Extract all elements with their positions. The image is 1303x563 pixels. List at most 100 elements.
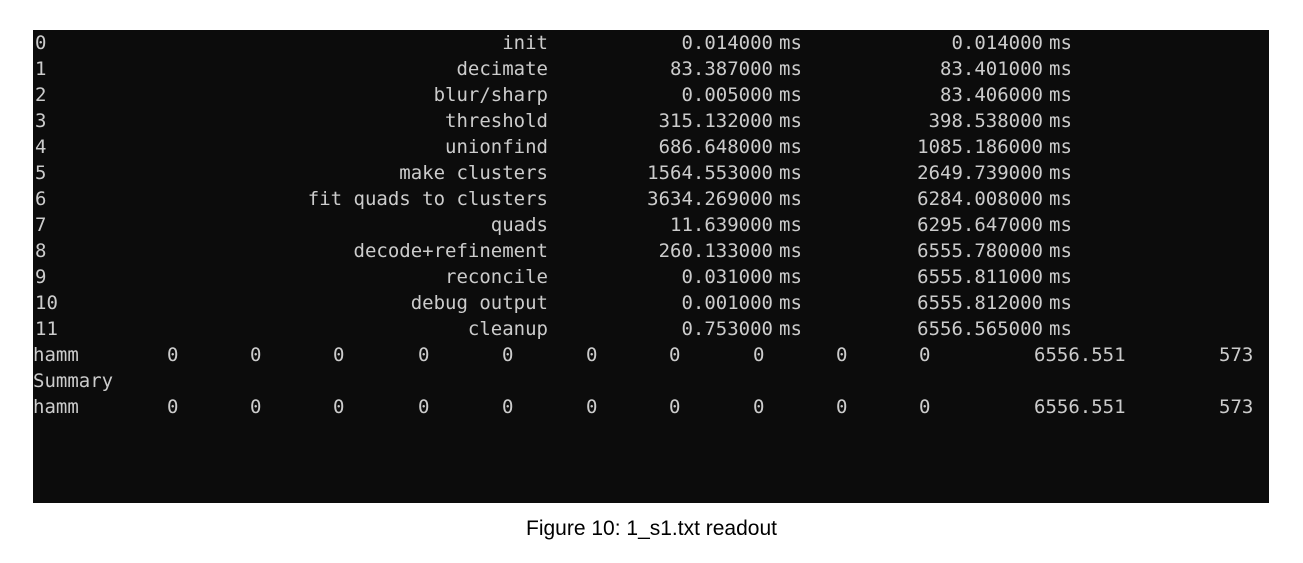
stage-cumulative-unit: ms bbox=[1049, 318, 1072, 340]
stage-row: 8 decode+refinement 260.133000 ms 6555.78000… bbox=[33, 238, 1269, 264]
stage-index: 5 bbox=[35, 162, 47, 184]
stage-row: 4 unionfind 686.648000 ms 1085.186000 ms bbox=[33, 134, 1269, 160]
stage-time: 0.031000 bbox=[681, 266, 773, 288]
hamm-value: 0 bbox=[502, 344, 514, 366]
stage-cumulative: 6284.008000 bbox=[917, 188, 1043, 210]
stage-cumulative: 1085.186000 bbox=[917, 136, 1043, 158]
hamm-row: hamm 0 0 0 0 0 0 0 0 0 0 6556.551 573 bbox=[33, 394, 1269, 420]
hamm-count: 573 bbox=[1219, 396, 1254, 418]
stage-cumulative: 398.538000 bbox=[928, 110, 1043, 132]
hamm-label: hamm bbox=[33, 344, 79, 366]
stage-cumulative-unit: ms bbox=[1049, 292, 1072, 314]
stage-row: 2 blur/sharp 0.005000 ms 83.406000 ms bbox=[33, 82, 1269, 108]
hamm-total: 6556.551 bbox=[1034, 344, 1126, 366]
terminal-output: 0 init 0.014000 ms 0.014000 ms 1 decimate 83.387… bbox=[33, 30, 1269, 503]
stage-time: 0.001000 bbox=[681, 292, 773, 314]
stage-row: 9 reconcile 0.031000 ms 6555.811000 ms bbox=[33, 264, 1269, 290]
hamm-value: 0 bbox=[836, 396, 848, 418]
stage-row: 3 threshold 315.132000 ms 398.538000 ms bbox=[33, 108, 1269, 134]
stage-time-unit: ms bbox=[779, 58, 802, 80]
stage-cumulative: 83.401000 bbox=[940, 58, 1043, 80]
hamm-value: 0 bbox=[919, 344, 931, 366]
hamm-total: 6556.551 bbox=[1034, 396, 1126, 418]
stage-row: 7 quads 11.639000 ms 6295.647000 ms bbox=[33, 212, 1269, 238]
stage-time-unit: ms bbox=[779, 318, 802, 340]
figure-caption: Figure 10: 1_s1.txt readout bbox=[526, 517, 777, 540]
stage-name: quads bbox=[490, 214, 548, 236]
stage-cumulative: 0.014000 bbox=[951, 32, 1043, 54]
summary-label: Summary bbox=[33, 370, 114, 392]
stage-row: 10 debug output 0.001000 ms 6555.812000 ms bbox=[33, 290, 1269, 316]
stage-cumulative: 83.406000 bbox=[940, 84, 1043, 106]
stage-cumulative: 6295.647000 bbox=[917, 214, 1043, 236]
stage-name: init bbox=[502, 32, 548, 54]
stage-time-unit: ms bbox=[779, 84, 802, 106]
stage-time: 0.014000 bbox=[681, 32, 773, 54]
stage-cumulative-unit: ms bbox=[1049, 240, 1072, 262]
hamm-value: 0 bbox=[250, 344, 262, 366]
hamm-value: 0 bbox=[586, 396, 598, 418]
hamm-value: 0 bbox=[919, 396, 931, 418]
stage-cumulative-unit: ms bbox=[1049, 214, 1072, 236]
hamm-value: 0 bbox=[836, 344, 848, 366]
stage-cumulative-unit: ms bbox=[1049, 58, 1072, 80]
stage-cumulative-unit: ms bbox=[1049, 136, 1072, 158]
hamm-value: 0 bbox=[753, 396, 765, 418]
hamm-value: 0 bbox=[167, 344, 179, 366]
stage-time-unit: ms bbox=[779, 214, 802, 236]
stage-cumulative: 2649.739000 bbox=[917, 162, 1043, 184]
stage-row: 1 decimate 83.387000 ms 83.401000 ms bbox=[33, 56, 1269, 82]
stage-cumulative-unit: ms bbox=[1049, 32, 1072, 54]
hamm-value: 0 bbox=[418, 396, 430, 418]
stage-cumulative-unit: ms bbox=[1049, 188, 1072, 210]
stage-cumulative: 6555.811000 bbox=[917, 266, 1043, 288]
hamm-value: 0 bbox=[333, 344, 345, 366]
stage-name: make clusters bbox=[399, 162, 548, 184]
hamm-value: 0 bbox=[502, 396, 514, 418]
stage-name: debug output bbox=[410, 292, 548, 314]
stage-row: 0 init 0.014000 ms 0.014000 ms bbox=[33, 30, 1269, 56]
stage-time: 0.005000 bbox=[681, 84, 773, 106]
stage-name: fit quads to clusters bbox=[307, 188, 548, 210]
hamm-value: 0 bbox=[669, 344, 681, 366]
stage-name: decode+refinement bbox=[353, 240, 548, 262]
stage-row: 6 fit quads to clusters 3634.269000 ms 6284.… bbox=[33, 186, 1269, 212]
stage-cumulative-unit: ms bbox=[1049, 110, 1072, 132]
hamm-value: 0 bbox=[753, 344, 765, 366]
stage-index: 4 bbox=[35, 136, 47, 158]
stage-time: 11.639000 bbox=[670, 214, 773, 236]
stage-time: 83.387000 bbox=[670, 58, 773, 80]
stage-cumulative-unit: ms bbox=[1049, 84, 1072, 106]
stage-index: 6 bbox=[35, 188, 47, 210]
stage-time-unit: ms bbox=[779, 240, 802, 262]
stage-index: 3 bbox=[35, 110, 47, 132]
stage-time: 0.753000 bbox=[681, 318, 773, 340]
hamm-value: 0 bbox=[333, 396, 345, 418]
hamm-value: 0 bbox=[418, 344, 430, 366]
hamm-value: 0 bbox=[250, 396, 262, 418]
hamm-value: 0 bbox=[586, 344, 598, 366]
stage-row: 11 cleanup 0.753000 ms 6556.565000 ms bbox=[33, 316, 1269, 342]
stage-time: 1564.553000 bbox=[647, 162, 773, 184]
stage-time-unit: ms bbox=[779, 266, 802, 288]
stage-name: reconcile bbox=[445, 266, 548, 288]
stage-time: 260.133000 bbox=[658, 240, 773, 262]
hamm-row: hamm 0 0 0 0 0 0 0 0 0 0 6556.551 573 bbox=[33, 342, 1269, 368]
stage-row: 5 make clusters 1564.553000 ms 2649.739000 ms bbox=[33, 160, 1269, 186]
stage-index: 2 bbox=[35, 84, 47, 106]
stage-name: decimate bbox=[456, 58, 548, 80]
stage-cumulative-unit: ms bbox=[1049, 162, 1072, 184]
stage-time-unit: ms bbox=[779, 110, 802, 132]
stage-time-unit: ms bbox=[779, 292, 802, 314]
stage-index: 9 bbox=[35, 266, 47, 288]
hamm-label: hamm bbox=[33, 396, 79, 418]
stage-time: 315.132000 bbox=[658, 110, 773, 132]
stage-name: threshold bbox=[445, 110, 548, 132]
stage-index: 10 bbox=[35, 292, 58, 314]
stage-time-unit: ms bbox=[779, 162, 802, 184]
stage-name: cleanup bbox=[467, 318, 548, 340]
stage-time-unit: ms bbox=[779, 136, 802, 158]
stage-index: 1 bbox=[35, 58, 47, 80]
stage-index: 0 bbox=[35, 32, 47, 54]
stage-index: 11 bbox=[35, 318, 58, 340]
